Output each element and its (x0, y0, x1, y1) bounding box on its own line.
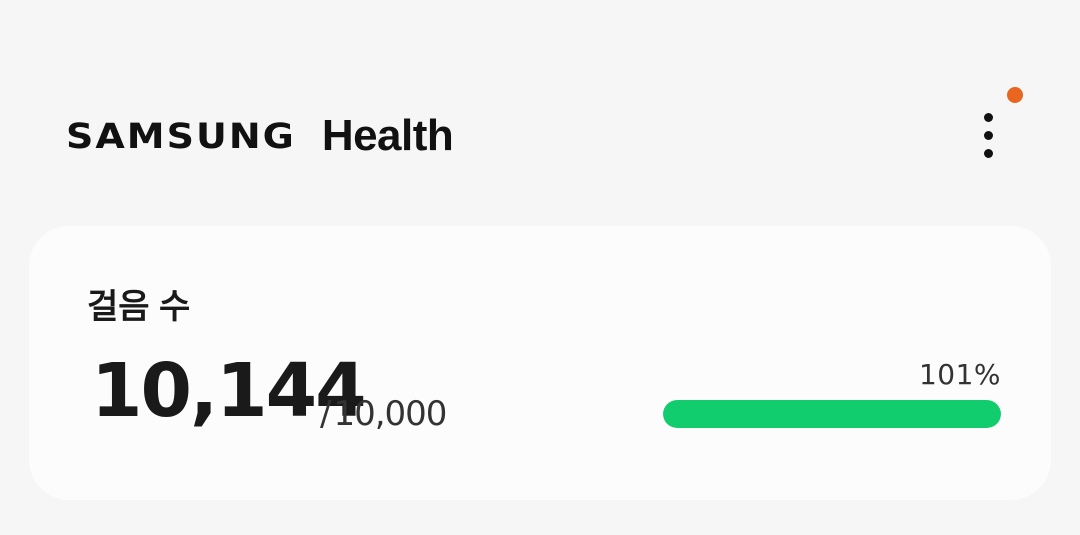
progress-percent: 101% (918, 358, 1001, 391)
notification-badge-icon (1007, 87, 1023, 103)
more-vertical-icon-dot (984, 131, 993, 140)
steps-card[interactable]: 걸음 수 10,144 /10,000 101% (29, 226, 1051, 500)
steps-progress-bar (663, 400, 1001, 428)
logo-brand-text: SAMSUNG (66, 115, 296, 157)
samsung-health-logo: SAMSUNG Health (66, 108, 454, 164)
logo-product-text: Health (321, 111, 454, 160)
steps-goal: /10,000 (320, 394, 447, 434)
app-header: SAMSUNG Health (0, 0, 1080, 200)
more-options-button[interactable] (964, 104, 1014, 168)
steps-card-title: 걸음 수 (87, 288, 191, 326)
steps-goal-value: 10,000 (333, 394, 447, 434)
steps-progress-fill (663, 400, 1001, 428)
goal-separator: / (320, 394, 332, 434)
more-vertical-icon (984, 113, 993, 122)
more-vertical-icon-dot (984, 149, 993, 158)
